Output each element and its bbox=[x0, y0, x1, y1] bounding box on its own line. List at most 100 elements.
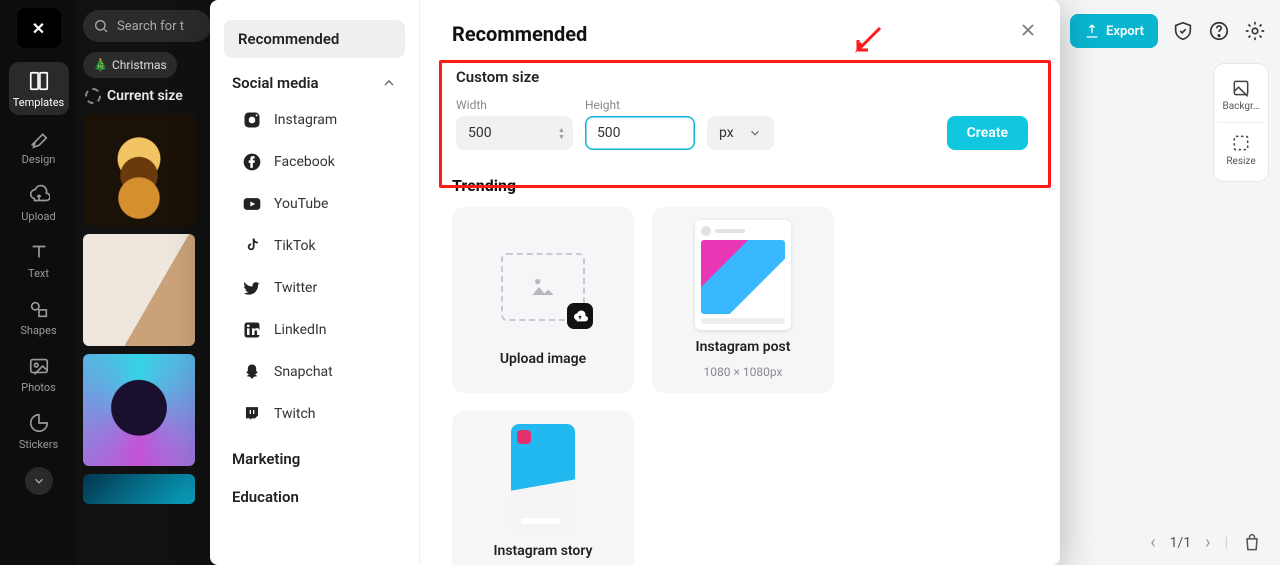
unit-select[interactable]: px bbox=[707, 116, 774, 150]
sidebar-item-linkedin[interactable]: LinkedIn bbox=[224, 312, 405, 348]
pager-prev[interactable]: ‹ bbox=[1150, 532, 1155, 553]
pager-text: 1/1 bbox=[1170, 535, 1192, 551]
sidebar-item-snapchat[interactable]: Snapchat bbox=[224, 354, 405, 390]
sidebar-item-instagram[interactable]: Instagram bbox=[224, 102, 405, 138]
upload-icon bbox=[28, 184, 50, 206]
chevron-down-icon bbox=[748, 126, 762, 140]
help-icon[interactable] bbox=[1208, 20, 1230, 42]
height-label: Height bbox=[585, 98, 695, 112]
rail-text[interactable]: Text bbox=[9, 233, 69, 286]
card-upload-image[interactable]: Upload image bbox=[452, 207, 634, 393]
igpost-preview bbox=[695, 220, 791, 330]
sidebar-item-twitch[interactable]: Twitch bbox=[224, 396, 405, 432]
linkedin-icon bbox=[242, 320, 262, 340]
rail-label: Photos bbox=[21, 381, 56, 394]
tool-label: Resize bbox=[1226, 156, 1255, 167]
chevron-up-icon bbox=[381, 75, 397, 91]
card-name: Instagram post bbox=[696, 339, 791, 355]
current-size-header[interactable]: Current size bbox=[85, 88, 209, 104]
card-instagram-story[interactable]: Instagram story 1080 × 1920px bbox=[452, 411, 634, 565]
rail-more[interactable] bbox=[25, 467, 53, 495]
width-input-wrap[interactable]: ▲▼ bbox=[456, 116, 573, 150]
width-input[interactable] bbox=[468, 125, 558, 141]
rail-design[interactable]: Design bbox=[9, 119, 69, 172]
twitch-icon bbox=[242, 404, 262, 424]
resize-icon bbox=[1231, 133, 1251, 153]
template-thumbnails bbox=[83, 114, 211, 504]
rail-label: Stickers bbox=[19, 438, 58, 451]
new-size-modal: Recommended Social media Instagram Faceb… bbox=[210, 0, 1060, 565]
left-icon-rail: ✕ Templates Design Upload Text Shapes Ph… bbox=[0, 0, 77, 565]
card-instagram-post[interactable]: Instagram post 1080 × 1080px bbox=[652, 207, 834, 393]
search-placeholder: Search for t bbox=[117, 19, 184, 34]
sidebar-education[interactable]: Education bbox=[224, 476, 405, 508]
templates-icon bbox=[28, 70, 50, 92]
sidebar-item-label: Recommended bbox=[238, 30, 339, 48]
template-thumb[interactable] bbox=[83, 114, 195, 226]
template-thumb[interactable] bbox=[83, 234, 195, 346]
unit-label: px bbox=[719, 125, 734, 141]
sidebar-item-label: LinkedIn bbox=[274, 322, 327, 338]
height-field: Height bbox=[585, 98, 695, 150]
design-icon bbox=[28, 127, 50, 149]
create-label: Create bbox=[967, 125, 1008, 141]
sidebar-recommended[interactable]: Recommended bbox=[224, 20, 405, 58]
modal-sidebar: Recommended Social media Instagram Faceb… bbox=[210, 0, 420, 565]
image-icon bbox=[522, 271, 564, 303]
card-dim: 1080 × 1080px bbox=[704, 365, 783, 379]
shapes-icon bbox=[28, 298, 50, 320]
template-thumb[interactable] bbox=[83, 354, 195, 466]
sidebar-item-label: YouTube bbox=[274, 196, 328, 212]
tool-label: Backgr… bbox=[1223, 101, 1260, 112]
height-input[interactable] bbox=[597, 125, 687, 141]
settings-icon[interactable] bbox=[1244, 20, 1266, 42]
text-icon bbox=[28, 241, 50, 263]
app-logo[interactable]: ✕ bbox=[17, 8, 61, 48]
pager-next[interactable]: › bbox=[1205, 532, 1210, 553]
height-input-wrap[interactable] bbox=[585, 116, 695, 150]
target-icon bbox=[85, 88, 101, 104]
create-button[interactable]: Create bbox=[947, 116, 1028, 150]
rail-templates[interactable]: Templates bbox=[9, 62, 69, 115]
header-right: Export bbox=[1070, 14, 1266, 48]
sidebar-group-label: Marketing bbox=[232, 450, 300, 468]
instagram-icon bbox=[242, 110, 262, 130]
export-button[interactable]: Export bbox=[1070, 14, 1158, 48]
sidebar-item-label: Twitch bbox=[274, 406, 316, 422]
upload-preview bbox=[501, 253, 585, 321]
rail-label: Shapes bbox=[20, 324, 56, 337]
chip-label: Christmas bbox=[112, 58, 167, 72]
sidebar-item-label: Snapchat bbox=[274, 364, 333, 380]
background-icon bbox=[1231, 78, 1251, 98]
shield-icon[interactable] bbox=[1172, 20, 1194, 42]
sidebar-item-twitter[interactable]: Twitter bbox=[224, 270, 405, 306]
youtube-icon bbox=[242, 194, 262, 214]
template-thumb[interactable] bbox=[83, 474, 195, 504]
rail-shapes[interactable]: Shapes bbox=[9, 290, 69, 343]
current-size-label: Current size bbox=[107, 88, 183, 104]
close-icon[interactable] bbox=[1018, 20, 1038, 40]
rail-stickers[interactable]: Stickers bbox=[9, 404, 69, 457]
width-spinner[interactable]: ▲▼ bbox=[558, 127, 565, 140]
sidebar-item-tiktok[interactable]: TikTok bbox=[224, 228, 405, 264]
width-label: Width bbox=[456, 98, 573, 112]
twitter-icon bbox=[242, 278, 262, 298]
width-field: Width ▲▼ bbox=[456, 98, 573, 150]
sidebar-social-media[interactable]: Social media bbox=[224, 64, 405, 96]
rail-photos[interactable]: Photos bbox=[9, 347, 69, 400]
search-icon bbox=[93, 18, 109, 34]
sidebar-item-label: Instagram bbox=[274, 112, 337, 128]
tool-background[interactable]: Backgr… bbox=[1218, 72, 1264, 118]
pager: ‹ 1/1 › | bbox=[1150, 532, 1262, 553]
layers-icon[interactable] bbox=[1242, 533, 1262, 553]
templates-search[interactable]: Search for t bbox=[83, 10, 211, 42]
sidebar-item-youtube[interactable]: YouTube bbox=[224, 186, 405, 222]
tool-resize[interactable]: Resize bbox=[1218, 122, 1264, 173]
card-name: Instagram story bbox=[494, 543, 593, 559]
chip-christmas[interactable]: 🎄 Christmas bbox=[83, 52, 177, 78]
rail-label: Templates bbox=[13, 96, 64, 109]
rail-upload[interactable]: Upload bbox=[9, 176, 69, 229]
sidebar-item-facebook[interactable]: Facebook bbox=[224, 144, 405, 180]
sidebar-marketing[interactable]: Marketing bbox=[224, 438, 405, 470]
cloud-upload-icon bbox=[567, 303, 593, 329]
